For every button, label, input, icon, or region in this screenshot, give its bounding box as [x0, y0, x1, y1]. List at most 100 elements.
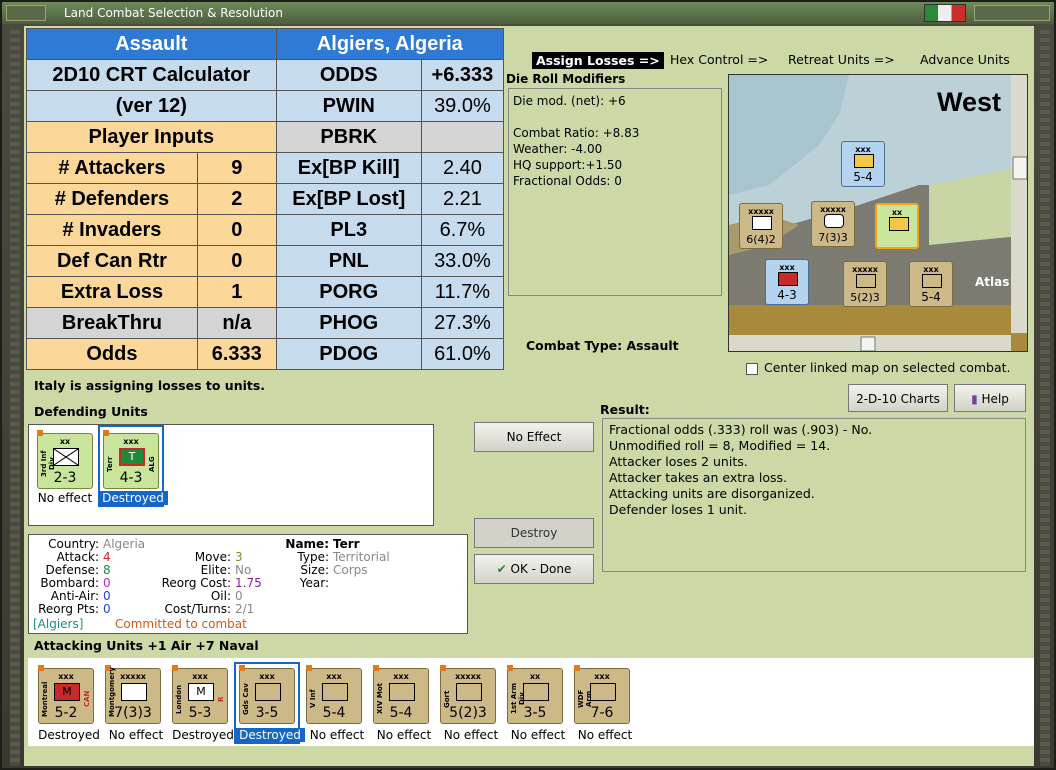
output-label: PORG	[275, 276, 422, 308]
oil-value: 0	[235, 589, 243, 603]
unit-status: Destroyed	[235, 728, 305, 742]
attacking-unit-counter[interactable]: xxx London M R 5-3	[172, 665, 228, 724]
unit-symbol-icon: M	[54, 683, 80, 701]
output-label: PL3	[275, 214, 422, 246]
input-label: # Invaders	[26, 214, 198, 246]
no-effect-button[interactable]: No Effect	[474, 422, 594, 452]
counter-strength: 6(4)2	[746, 233, 776, 246]
type-value: Territorial	[333, 550, 390, 564]
size-label: Size:	[300, 563, 329, 577]
book-icon: ▮	[971, 392, 978, 406]
result-line: Unmodified roll = 8, Modified = 14.	[609, 438, 831, 453]
counter-size: xxx	[58, 672, 74, 681]
output-label: PNL	[275, 245, 422, 277]
map-region-label: West	[937, 87, 1002, 117]
counter-strength: 7(3)3	[818, 231, 848, 244]
counter-strength: 5-3	[188, 705, 212, 721]
attacking-unit-counter[interactable]: xxxxx Montgomery 7(3)3	[105, 665, 161, 724]
counter-size: xx	[59, 437, 71, 446]
infantry-symbol-icon	[53, 448, 79, 466]
output-value: 6.7%	[420, 214, 505, 246]
attacking-unit-counter[interactable]: xxx WDF Arm 7-6	[574, 665, 630, 724]
attacking-unit-counter[interactable]: xxx Gds Cav 3-5	[239, 665, 295, 724]
drm-net: Die mod. (net): +6	[513, 94, 626, 108]
attack-label: Attack:	[56, 550, 99, 564]
unit-symbol-icon	[590, 683, 616, 701]
window-title: Land Combat Selection & Resolution	[64, 6, 283, 20]
map-target-counter[interactable]: xx	[875, 203, 919, 249]
input-value: 6.333	[196, 338, 277, 370]
input-value: 1	[196, 276, 277, 308]
unit-status: No effect	[309, 728, 365, 742]
center-map-checkbox[interactable]: Center linked map on selected combat.	[746, 360, 1011, 375]
checkbox-box[interactable]	[746, 362, 758, 375]
counter-size: xxx	[855, 145, 871, 154]
counter-strength: 7-6	[590, 705, 614, 721]
window-menu-button[interactable]	[6, 5, 46, 21]
map-counter[interactable]: xxxxx 6(4)2	[739, 203, 783, 249]
calc-version: (ver 12)	[26, 90, 277, 122]
output-label: PWIN	[275, 90, 422, 122]
unit-status: No effect	[510, 728, 566, 742]
reorg-pts-value: 0	[103, 602, 111, 616]
unit-status: No effect	[37, 491, 93, 505]
unit-symbol-icon	[456, 683, 482, 701]
result-line: Attacking units are disorganized.	[609, 486, 815, 501]
tab-retreat-units[interactable]: Retreat Units =>	[788, 52, 895, 67]
checkmark-icon: ✔	[496, 562, 507, 576]
map-counter[interactable]: xxxxx 7(3)3	[811, 201, 855, 247]
destroy-button[interactable]: Destroy	[474, 518, 594, 548]
map-counter[interactable]: xxx 5-4	[909, 261, 953, 307]
counter-strength: 5(2)3	[449, 705, 487, 721]
map-counter[interactable]: xxxxx 5(2)3	[843, 261, 887, 307]
ok-done-button[interactable]: ✔ OK - Done	[474, 554, 594, 584]
help-button[interactable]: ▮ Help	[954, 384, 1026, 412]
tab-assign-losses[interactable]: Assign Losses =>	[532, 52, 664, 69]
unit-symbol-icon	[389, 683, 415, 701]
defending-units-title: Defending Units	[34, 404, 148, 419]
window-controls[interactable]	[974, 5, 1050, 21]
counter-size: xxxxx	[820, 205, 846, 214]
linked-map[interactable]: West Atlas xxx 5-4 xxxxx 6(4)2 xxxxx 7(3…	[728, 74, 1028, 352]
counter-size: xx	[529, 672, 541, 681]
counter-size: xxx	[326, 672, 342, 681]
counter-strength: 7(3)3	[114, 705, 152, 721]
tab-advance-units[interactable]: Advance Units	[920, 52, 1010, 67]
input-value: 0	[196, 214, 277, 246]
map-atlas-label: Atlas	[975, 275, 1010, 289]
title-bar[interactable]: Land Combat Selection & Resolution	[2, 2, 1054, 24]
counter-size: xxx	[594, 672, 610, 681]
unit-marker	[172, 665, 178, 671]
defending-unit-counter[interactable]: xxx Terr T ALG 4-3	[103, 430, 159, 489]
name-label: Name:	[285, 537, 329, 551]
counter-strength: 5-4	[853, 170, 873, 184]
defending-unit-counter[interactable]: xx 3rd Inf Div 2-3	[37, 430, 93, 489]
cost-turns-value: 2/1	[235, 602, 255, 616]
country-value: Algeria	[103, 537, 146, 551]
map-counter[interactable]: xxx 4-3	[765, 259, 809, 305]
attacking-unit-counter[interactable]: xxxxx Gort 5(2)3	[440, 665, 496, 724]
calc-title: 2D10 CRT Calculator	[26, 59, 277, 91]
right-frame	[1040, 26, 1050, 766]
drm-fractional: Fractional Odds: 0	[513, 174, 622, 188]
attacking-unit-counter[interactable]: xxx V Inf 5-4	[306, 665, 362, 724]
counter-size: xxx	[259, 672, 275, 681]
elite-label: Elite:	[200, 563, 231, 577]
attacking-unit-counter[interactable]: xxx XIV Mot 5-4	[373, 665, 429, 724]
unit-status: No effect	[108, 728, 164, 742]
unit-status: No effect	[443, 728, 499, 742]
move-value: 3	[235, 550, 243, 564]
infantry-symbol-icon	[856, 274, 876, 288]
output-value: 27.3%	[420, 307, 505, 339]
tab-hex-control[interactable]: Hex Control =>	[670, 52, 768, 67]
crt-header-left: Assault	[26, 28, 277, 60]
attacking-unit-counter[interactable]: xxx Montreal M CAN 5-2	[38, 665, 94, 724]
client-area: Assault Algiers, Algeria 2D10 CRT Calcul…	[24, 26, 1034, 766]
attacking-unit-counter[interactable]: xx 1st Arm Div 3-5	[507, 665, 563, 724]
unit-marker	[574, 665, 580, 671]
charts-button[interactable]: 2-D-10 Charts	[848, 384, 948, 412]
map-counter[interactable]: xxx 5-4	[841, 141, 885, 187]
counter-strength: 5-4	[389, 705, 413, 721]
territorial-symbol-icon: T	[119, 448, 145, 466]
input-value: 0	[196, 245, 277, 277]
